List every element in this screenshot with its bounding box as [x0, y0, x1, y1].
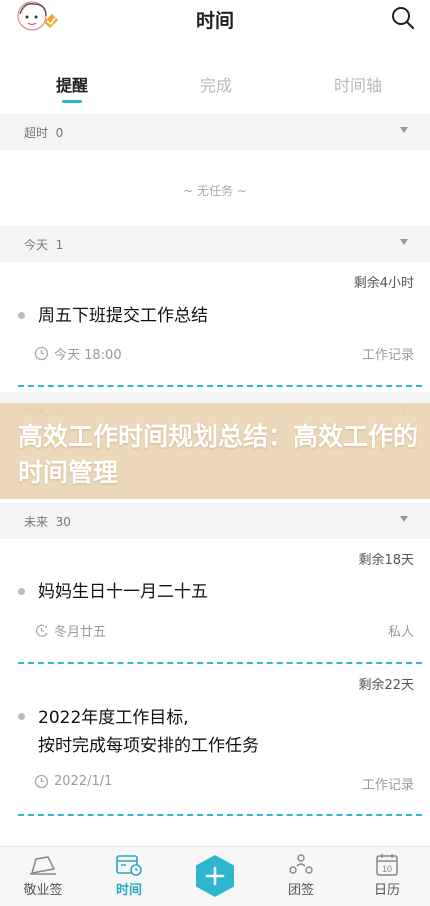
svg-text:10: 10: [382, 864, 392, 874]
dashed-divider: [18, 814, 422, 816]
nav-calendar[interactable]: 10 日历: [344, 853, 430, 898]
section-header-overdue[interactable]: 超时 0: [0, 114, 430, 150]
bullet-dot: [18, 312, 25, 319]
task-category: 工作记录: [361, 778, 414, 793]
search-icon[interactable]: [390, 5, 416, 31]
lunar-calendar-icon: [35, 624, 48, 637]
tab-completed[interactable]: 完成: [200, 72, 232, 96]
bullet-dot: [18, 588, 25, 595]
team-icon: [289, 854, 313, 874]
active-tab-indicator: [62, 100, 82, 103]
caret-down-icon[interactable]: [400, 239, 408, 245]
overlay-banner: 高效工作时间规划总结：高效工作的时间管理: [0, 403, 430, 499]
task-date: 今天 18:00: [34, 344, 122, 363]
nav-memo[interactable]: 敬业签: [0, 853, 86, 898]
remaining-time: 剩余22天: [358, 678, 414, 693]
calendar-icon: 10: [376, 854, 398, 876]
section-label: 今天 1: [24, 238, 64, 252]
clock-icon: [34, 346, 49, 361]
tab-timeline[interactable]: 时间轴: [334, 72, 382, 96]
overlay-banner-text: 高效工作时间规划总结：高效工作的时间管理: [18, 422, 419, 487]
task-date: 2022/1/1: [34, 774, 112, 789]
calendar-clock-icon: [116, 855, 142, 876]
section-label: 未来 30: [24, 515, 71, 529]
task-title: 妈妈生日十一月二十五: [38, 582, 208, 602]
memo-icon: [30, 856, 56, 875]
nav-team[interactable]: 团签: [258, 853, 344, 898]
top-bar: 时间: [0, 0, 430, 48]
clock-icon: [34, 774, 49, 789]
task-category: 私人: [387, 625, 414, 640]
page-title: 时间: [195, 10, 234, 32]
remaining-time: 剩余4小时: [353, 276, 414, 291]
task-title-line: 2022年度工作目标,: [38, 708, 189, 728]
add-icon[interactable]: [193, 854, 237, 898]
task-title-line: 按时完成每项安排的工作任务: [38, 736, 259, 756]
section-header-today[interactable]: 今天 1: [0, 226, 430, 262]
tab-reminder[interactable]: 提醒: [56, 72, 88, 96]
dashed-divider: [18, 662, 422, 664]
task-title: 周五下班提交工作总结: [38, 306, 208, 326]
tab-bar: 提醒 完成 时间轴: [0, 62, 430, 112]
dashed-divider: [18, 385, 422, 387]
bullet-dot: [18, 713, 25, 720]
nav-time[interactable]: 时间: [86, 853, 172, 898]
caret-down-icon[interactable]: [400, 127, 408, 133]
caret-down-icon[interactable]: [400, 516, 408, 522]
task-date: 冬月廿五: [34, 621, 106, 640]
remaining-time: 剩余18天: [358, 553, 414, 568]
section-label: 超时 0: [24, 126, 64, 140]
empty-state-text: ~ 无任务 ~: [183, 184, 247, 198]
task-category: 工作记录: [361, 348, 414, 363]
section-header-future[interactable]: 未来 30: [0, 503, 430, 539]
